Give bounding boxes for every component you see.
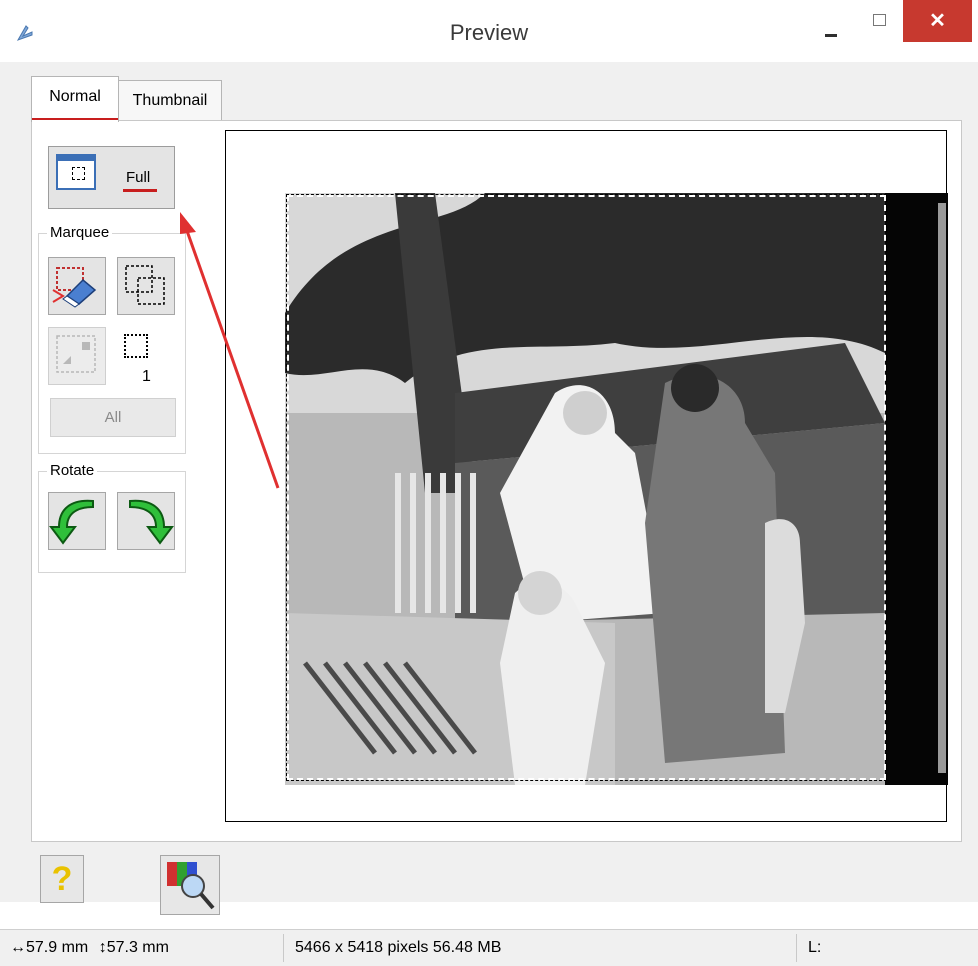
full-label: Full <box>126 169 151 186</box>
duplicate-marquee-button[interactable] <box>117 257 175 315</box>
dimensions-readout: ↔57.9 mm ↕57.3 mm <box>10 930 169 966</box>
title-bar: Preview ✕ <box>0 0 978 62</box>
tab-selected-underline <box>32 118 118 120</box>
rotate-right-icon <box>129 499 174 545</box>
height-icon: ↕ <box>98 939 107 956</box>
pixel-size-readout: 5466 x 5418 pixels 56.48 MB <box>295 939 502 956</box>
help-button[interactable]: ? <box>40 855 84 903</box>
help-icon: ? <box>51 860 73 898</box>
full-underline <box>123 189 157 192</box>
level-readout: L: <box>808 939 822 956</box>
auto-exposure-button[interactable] <box>48 327 106 385</box>
rotate-left-icon <box>49 499 94 545</box>
zoom-button[interactable] <box>160 855 220 915</box>
marquee-group-label: Marquee <box>47 224 113 241</box>
minimize-button[interactable] <box>811 10 851 42</box>
remove-marquee-button[interactable] <box>48 257 106 315</box>
rotate-right-button[interactable] <box>117 492 175 550</box>
marquee-count-icon <box>124 334 148 358</box>
tab-thumbnail[interactable]: Thumbnail <box>118 80 222 121</box>
auto-exposure-icon <box>56 335 96 373</box>
full-preview-icon <box>56 154 96 190</box>
tab-normal[interactable]: Normal <box>31 76 119 122</box>
zoom-icon <box>167 862 215 910</box>
status-divider <box>796 934 797 962</box>
full-preview-button[interactable]: Full <box>48 146 175 209</box>
maximize-button[interactable] <box>860 10 896 42</box>
marquee-count: 1 <box>142 368 151 385</box>
annotation-arrow <box>180 212 280 489</box>
tab-normal-label: Normal <box>49 88 101 105</box>
remove-marquee-icon <box>52 267 97 308</box>
close-button[interactable]: ✕ <box>903 0 972 42</box>
duplicate-marquee-icon <box>125 265 165 305</box>
all-button[interactable]: All <box>50 398 176 437</box>
selection-marquee[interactable] <box>286 194 887 781</box>
height-value: 57.3 mm <box>106 939 169 956</box>
rotate-group-label: Rotate <box>47 462 98 479</box>
rotate-left-button[interactable] <box>48 492 106 550</box>
width-value: 57.9 mm <box>26 939 89 956</box>
status-divider <box>283 934 284 962</box>
width-icon: ↔ <box>10 939 26 956</box>
status-bar: ↔57.9 mm ↕57.3 mm 5466 x 5418 pixels 56.… <box>0 929 978 966</box>
